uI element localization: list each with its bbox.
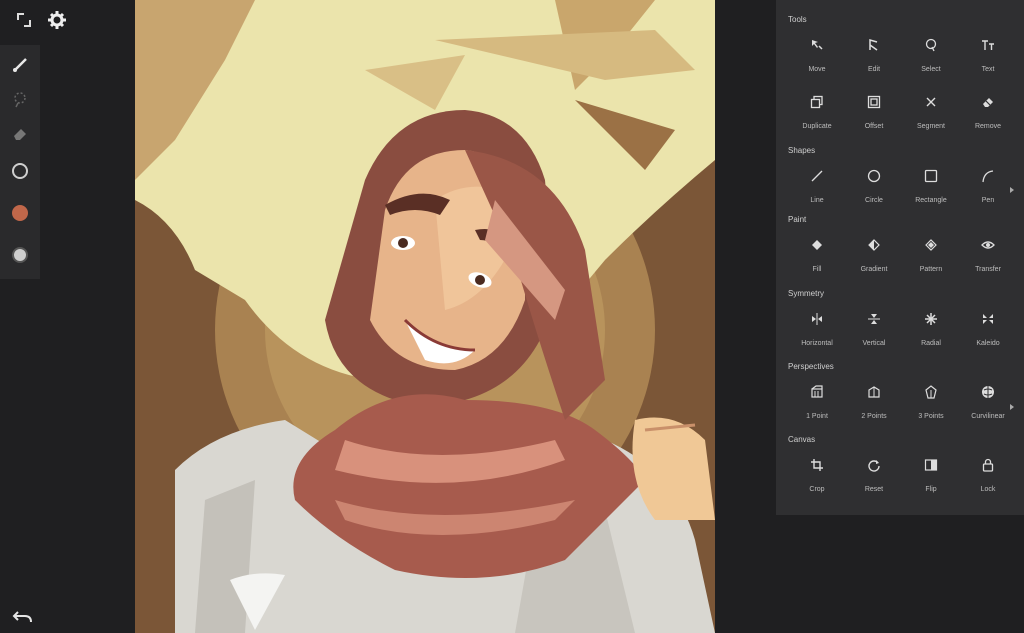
remove-icon <box>979 93 997 111</box>
tool-label: Remove <box>974 123 1002 130</box>
section-title-shapes: Shapes <box>788 146 816 155</box>
tool-rectangle[interactable]: Rectangle <box>902 167 960 227</box>
crop-icon <box>808 456 826 474</box>
tool-select[interactable]: Select <box>902 36 960 96</box>
pen-icon <box>979 167 997 185</box>
tool-pattern[interactable]: Pattern <box>902 236 960 296</box>
tool-lock[interactable]: Lock <box>959 456 1017 516</box>
radial-symmetry-icon <box>922 310 940 328</box>
tool-reset[interactable]: Reset <box>845 456 903 516</box>
section-title-symmetry: Symmetry <box>788 289 824 298</box>
vertical-symmetry-icon <box>865 310 883 328</box>
tool-vertical[interactable]: Vertical <box>845 310 903 370</box>
tool-duplicate[interactable]: Duplicate <box>788 93 846 153</box>
artwork <box>135 0 715 633</box>
fill-icon <box>808 236 826 254</box>
gradient-icon <box>865 236 883 254</box>
pattern-icon <box>922 236 940 254</box>
gear-icon[interactable] <box>47 10 67 30</box>
tool-1-point[interactable]: 1 Point <box>788 383 846 443</box>
tool-label: Text <box>981 66 995 73</box>
text-icon <box>979 36 997 54</box>
tool-label: Pen <box>981 197 995 204</box>
flip-icon <box>922 456 940 474</box>
section-title-canvas: Canvas <box>788 435 816 444</box>
top-toolbar <box>0 0 135 40</box>
transfer-icon <box>979 236 997 254</box>
duplicate-icon <box>808 93 826 111</box>
more-arrow-icon[interactable] <box>1009 180 1015 193</box>
section-title-tools: Tools <box>788 15 807 24</box>
line-icon <box>808 167 826 185</box>
tool-radial[interactable]: Radial <box>902 310 960 370</box>
tool-offset[interactable]: Offset <box>845 93 903 153</box>
tool-fill[interactable]: Fill <box>788 236 846 296</box>
collapse-icon[interactable] <box>14 10 34 30</box>
lasso-icon[interactable] <box>8 87 32 111</box>
left-toolbar <box>0 45 40 279</box>
color-swatch[interactable] <box>8 201 32 225</box>
lock-icon <box>979 456 997 474</box>
tool-gradient[interactable]: Gradient <box>845 236 903 296</box>
tool-edit[interactable]: Edit <box>845 36 903 96</box>
tool-segment[interactable]: Segment <box>902 93 960 153</box>
horizontal-symmetry-icon <box>808 310 826 328</box>
segment-icon <box>922 93 940 111</box>
tool-circle[interactable]: Circle <box>845 167 903 227</box>
tool-transfer[interactable]: Transfer <box>959 236 1017 296</box>
tool-2-points[interactable]: 2 Points <box>845 383 903 443</box>
move-icon <box>808 36 826 54</box>
tool-move[interactable]: Move <box>788 36 846 96</box>
brush-icon[interactable] <box>8 53 32 77</box>
tools-panel: Tools Move Edit Select Text Duplicate Of… <box>776 0 1024 515</box>
circle-tool-icon[interactable] <box>8 159 32 183</box>
tool-label: Curvilinear <box>971 413 1005 420</box>
tool-label: Kaleido <box>976 340 1000 347</box>
tool-3-points[interactable]: 3 Points <box>902 383 960 443</box>
tool-horizontal[interactable]: Horizontal <box>788 310 846 370</box>
tool-text[interactable]: Text <box>959 36 1017 96</box>
edit-icon <box>865 36 883 54</box>
circle-icon <box>865 167 883 185</box>
drawing-canvas[interactable] <box>135 0 715 633</box>
kaleido-icon <box>979 310 997 328</box>
select-icon <box>922 36 940 54</box>
tool-kaleido[interactable]: Kaleido <box>959 310 1017 370</box>
tool-remove[interactable]: Remove <box>959 93 1017 153</box>
tool-pen[interactable]: Pen <box>959 167 1017 227</box>
tool-crop[interactable]: Crop <box>788 456 846 516</box>
tool-curvilinear[interactable]: Curvilinear <box>959 383 1017 443</box>
curvilinear-icon <box>979 383 997 401</box>
offset-icon <box>865 93 883 111</box>
reset-icon <box>865 456 883 474</box>
rectangle-icon <box>922 167 940 185</box>
section-title-paint: Paint <box>788 215 807 224</box>
tool-flip[interactable]: Flip <box>902 456 960 516</box>
tool-label: Lock <box>980 486 996 493</box>
more-arrow-icon[interactable] <box>1009 397 1015 410</box>
three-point-perspective-icon <box>922 383 940 401</box>
undo-icon[interactable] <box>12 608 34 626</box>
eraser-icon[interactable] <box>8 121 32 145</box>
tool-label: Transfer <box>975 266 1001 273</box>
section-title-perspectives: Perspectives <box>788 362 834 371</box>
opacity-swatch[interactable] <box>8 243 32 267</box>
two-point-perspective-icon <box>865 383 883 401</box>
one-point-perspective-icon <box>808 383 826 401</box>
